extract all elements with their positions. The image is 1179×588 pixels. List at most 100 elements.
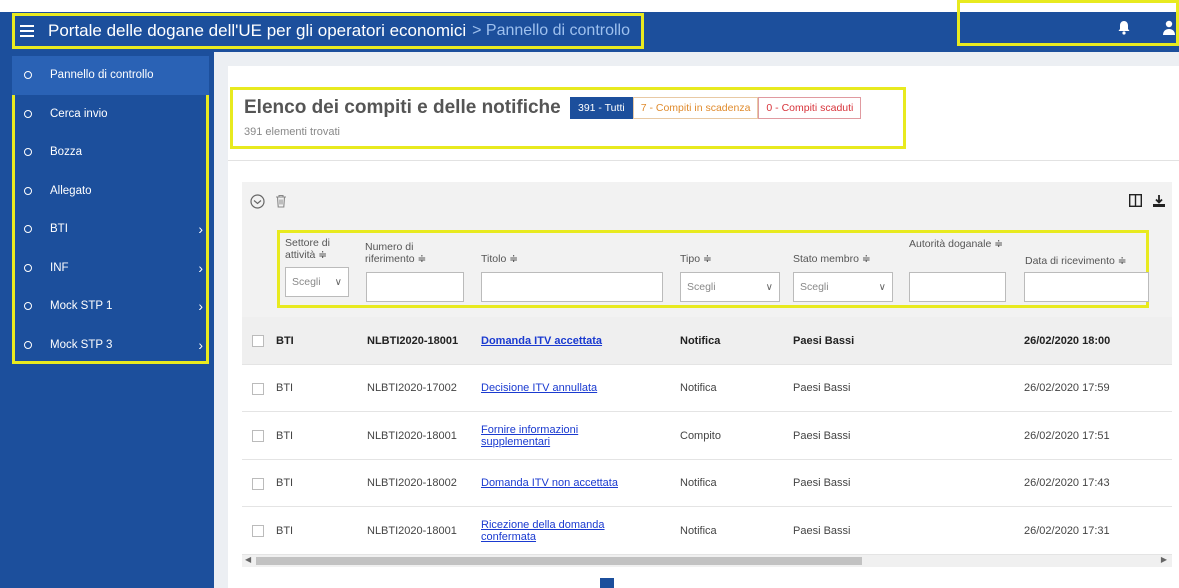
sidebar-item-label: Mock STP 3 bbox=[50, 338, 113, 351]
circle-icon bbox=[24, 225, 32, 234]
user-icon[interactable] bbox=[1163, 20, 1175, 39]
bell-icon[interactable] bbox=[1117, 20, 1131, 39]
cell-type: Notifica bbox=[680, 524, 717, 537]
cell-type: Notifica bbox=[680, 477, 717, 490]
row-checkbox[interactable] bbox=[252, 335, 264, 347]
member-state-select[interactable]: Scegli ∨ bbox=[793, 272, 893, 302]
title-input[interactable] bbox=[481, 272, 663, 302]
pagination bbox=[600, 578, 614, 588]
cell-type: Notifica bbox=[680, 382, 717, 395]
sidebar-item-mock-stp-3[interactable]: Mock STP 3 › bbox=[12, 326, 209, 365]
sidebar-item-cerca[interactable]: Cerca invio bbox=[12, 95, 209, 134]
cell-type: Compito bbox=[680, 429, 721, 442]
chevron-down-icon: ∨ bbox=[765, 281, 773, 293]
cell-date: 26/02/2020 18:00 bbox=[1024, 334, 1111, 347]
header-brand: Portale delle dogane dell'UE per gli ope… bbox=[12, 13, 644, 49]
row-checkbox[interactable] bbox=[252, 382, 264, 395]
cell-type: Notifica bbox=[680, 334, 721, 347]
cell-date: 26/02/2020 17:59 bbox=[1024, 382, 1110, 395]
sidebar-item-mock-stp-1[interactable]: Mock STP 1 › bbox=[12, 287, 209, 326]
sidebar-item-label: Mock STP 1 bbox=[50, 300, 113, 313]
scroll-right-icon[interactable]: ▶ bbox=[1161, 555, 1167, 564]
header-actions bbox=[957, 0, 1179, 46]
column-header-sector[interactable]: Settore di attività ≑ bbox=[285, 237, 349, 261]
sector-select[interactable]: Scegli ∨ bbox=[285, 267, 349, 297]
cell-date: 26/02/2020 17:31 bbox=[1024, 524, 1110, 537]
chevron-right-icon: › bbox=[198, 259, 203, 276]
results-count: 391 elementi trovati bbox=[244, 126, 340, 138]
table-row[interactable]: BTI NLBTI2020-18002 Domanda ITV non acce… bbox=[242, 460, 1172, 507]
table-row[interactable]: BTI NLBTI2020-18001 Domanda ITV accettat… bbox=[242, 317, 1172, 365]
cell-title-link[interactable]: Domanda ITV non accettata bbox=[481, 477, 618, 489]
sidebar-item-label: Cerca invio bbox=[50, 107, 108, 120]
column-filters: Settore di attività ≑ Scegli ∨ Numero di … bbox=[277, 230, 1149, 308]
chevron-down-icon: ∨ bbox=[878, 281, 886, 293]
received-input[interactable] bbox=[1024, 272, 1149, 302]
row-checkbox[interactable] bbox=[252, 477, 264, 490]
trash-icon[interactable] bbox=[275, 194, 287, 212]
chevron-right-icon: › bbox=[198, 221, 203, 238]
column-header-reference[interactable]: Numero di riferimento ≑ bbox=[365, 241, 457, 265]
authority-input[interactable] bbox=[909, 272, 1006, 302]
breadcrumb[interactable]: > Pannello di controllo bbox=[472, 22, 630, 40]
circle-icon bbox=[24, 148, 32, 157]
cell-member-state: Paesi Bassi bbox=[793, 382, 851, 395]
column-header-received[interactable]: Data di ricevimento ≑ bbox=[1025, 255, 1149, 267]
column-header-member-state[interactable]: Stato membro ≑ bbox=[793, 253, 903, 265]
sidebar-item-label: INF bbox=[50, 261, 69, 274]
cell-sector: BTI bbox=[276, 334, 294, 347]
scrollbar-thumb[interactable] bbox=[256, 557, 862, 565]
download-icon[interactable] bbox=[1152, 194, 1166, 211]
type-select-value: Scegli bbox=[687, 281, 716, 293]
open-icon[interactable] bbox=[250, 194, 265, 212]
column-header-title[interactable]: Titolo ≑ bbox=[481, 253, 571, 265]
cell-title-link[interactable]: Fornire informazioni supplementari bbox=[481, 424, 606, 448]
circle-icon bbox=[24, 263, 32, 272]
sector-select-value: Scegli bbox=[292, 276, 321, 288]
current-page-button[interactable] bbox=[600, 578, 614, 588]
scroll-left-icon[interactable]: ◀ bbox=[245, 555, 251, 564]
columns-icon[interactable] bbox=[1128, 193, 1143, 211]
sidebar-item-allegato[interactable]: Allegato bbox=[12, 172, 209, 211]
cell-reference: NLBTI2020-17002 bbox=[367, 382, 457, 395]
cell-title-link[interactable]: Domanda ITV accettata bbox=[481, 335, 602, 347]
filter-row: Settore di attività ≑ Scegli ∨ Numero di … bbox=[242, 227, 1172, 317]
cell-reference: NLBTI2020-18001 bbox=[367, 429, 457, 442]
chevron-right-icon: › bbox=[198, 336, 203, 353]
table-toolbar bbox=[242, 182, 1172, 227]
cell-title-link[interactable]: Ricezione della domanda confermata bbox=[481, 519, 621, 543]
row-checkbox[interactable] bbox=[252, 430, 264, 442]
status-filters: 391 - Tutti 7 - Compiti in scadenza 0 - … bbox=[570, 97, 862, 119]
sidebar-item-inf[interactable]: INF › bbox=[12, 249, 209, 288]
filter-overdue-button[interactable]: 0 - Compiti scaduti bbox=[758, 97, 862, 119]
divider bbox=[228, 160, 1179, 161]
cell-member-state: Paesi Bassi bbox=[793, 524, 851, 537]
filter-all-button[interactable]: 391 - Tutti bbox=[570, 97, 633, 119]
sidebar-item-bti[interactable]: BTI › bbox=[12, 210, 209, 249]
table-row[interactable]: BTI NLBTI2020-18001 Fornire informazioni… bbox=[242, 412, 1172, 460]
filter-due-button[interactable]: 7 - Compiti in scadenza bbox=[632, 97, 759, 119]
cell-title-link[interactable]: Decisione ITV annullata bbox=[481, 382, 597, 394]
cell-date: 26/02/2020 17:43 bbox=[1024, 477, 1110, 490]
type-select[interactable]: Scegli ∨ bbox=[680, 272, 780, 302]
sidebar-item-label: Bozza bbox=[50, 146, 82, 159]
reference-input[interactable] bbox=[366, 272, 464, 302]
table-row[interactable]: BTI NLBTI2020-17002 Decisione ITV annull… bbox=[242, 365, 1172, 412]
app-title[interactable]: Portale delle dogane dell'UE per gli ope… bbox=[48, 21, 466, 41]
task-table: Settore di attività ≑ Scegli ∨ Numero di … bbox=[242, 182, 1172, 574]
row-checkbox[interactable] bbox=[252, 525, 264, 537]
chevron-right-icon: › bbox=[198, 298, 203, 315]
cell-reference: NLBTI2020-18001 bbox=[367, 524, 457, 537]
horizontal-scrollbar[interactable]: ◀ ▶ bbox=[242, 555, 1172, 567]
sidebar-item-bozza[interactable]: Bozza bbox=[12, 133, 209, 172]
table-row[interactable]: BTI NLBTI2020-18001 Ricezione della doma… bbox=[242, 507, 1172, 555]
cell-sector: BTI bbox=[276, 429, 294, 442]
menu-icon[interactable] bbox=[20, 25, 34, 37]
cell-reference: NLBTI2020-18001 bbox=[367, 334, 459, 347]
circle-icon bbox=[24, 71, 32, 80]
sidebar-item-pannello[interactable]: Pannello di controllo bbox=[12, 56, 209, 95]
circle-icon bbox=[24, 109, 32, 118]
column-header-authority[interactable]: Autorità doganale ≑ bbox=[909, 238, 1013, 250]
column-header-type[interactable]: Tipo ≑ bbox=[680, 253, 760, 265]
cell-sector: BTI bbox=[276, 524, 294, 537]
